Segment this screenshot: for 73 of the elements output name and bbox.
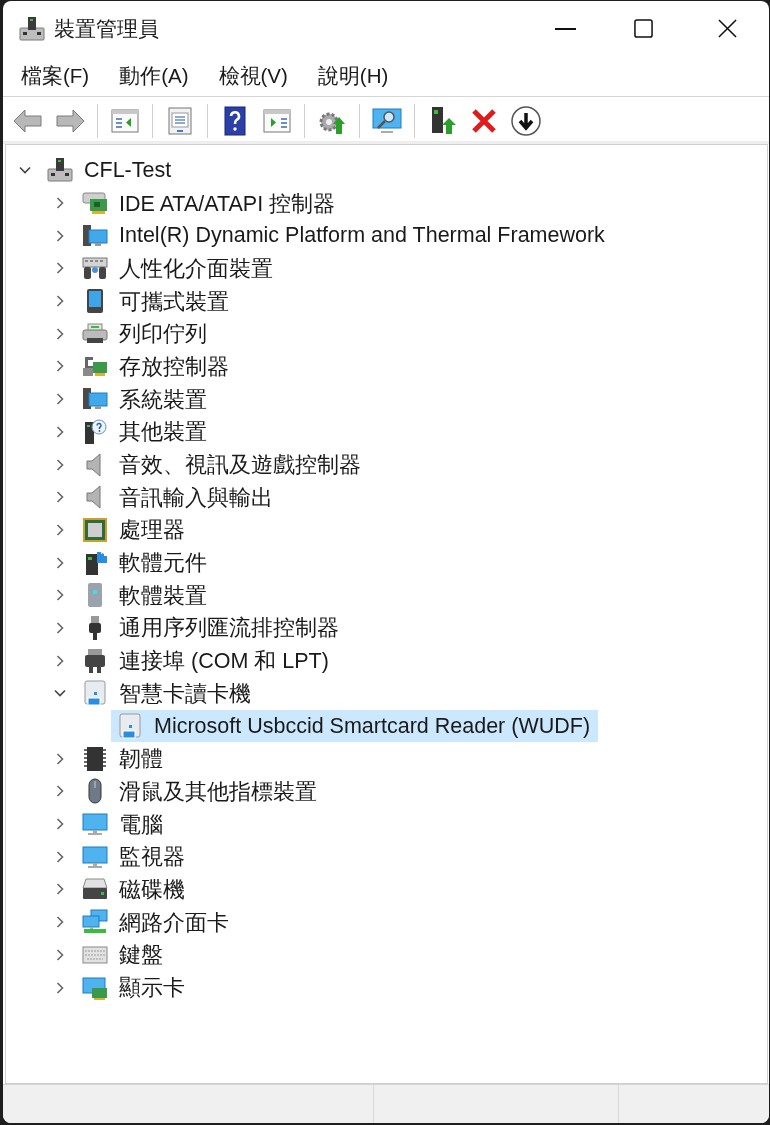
display-card-icon: [82, 974, 108, 1001]
keyboard-joystick-icon: [82, 255, 108, 282]
chevron-right-icon[interactable]: [54, 458, 66, 471]
tree-item[interactable]: 軟體裝置: [76, 578, 215, 612]
close-icon: [717, 19, 737, 38]
tree-item[interactable]: 通用序列匯流排控制器: [76, 611, 347, 645]
chevron-right-icon[interactable]: [54, 752, 66, 765]
question-tower-icon: [82, 418, 108, 445]
chevron-right-icon[interactable]: [54, 197, 66, 210]
menu-item[interactable]: 說明(H): [302, 56, 404, 96]
tree-item[interactable]: 顯示卡: [76, 971, 193, 1004]
chevron-right-icon[interactable]: [54, 295, 66, 308]
chevron-right-icon[interactable]: [54, 916, 66, 929]
chevron-right-icon[interactable]: [54, 556, 66, 569]
tree-item[interactable]: 韌體: [76, 742, 171, 776]
chevron-right-icon[interactable]: [54, 589, 66, 602]
tree-item[interactable]: 處理器: [76, 513, 193, 547]
network-monitors-icon: [82, 909, 108, 936]
chevron-right-icon[interactable]: [54, 327, 66, 340]
tree-item[interactable]: 列印佇列: [76, 317, 215, 351]
tree-item[interactable]: CFL-Test: [41, 154, 180, 187]
chevron-right-icon[interactable]: [54, 360, 66, 373]
tree-item[interactable]: 磁碟機: [76, 873, 193, 906]
monitor-tower-icon: [82, 222, 108, 249]
tree-item[interactable]: 音效、視訊及遊戲控制器: [76, 448, 369, 481]
tree-item[interactable]: 連接埠 (COM 和 LPT): [76, 644, 337, 677]
tree-item[interactable]: 人性化介面裝置: [76, 252, 281, 285]
chevron-right-icon[interactable]: [54, 785, 66, 798]
tree-item[interactable]: 網路介面卡: [76, 905, 237, 939]
chevron-right-icon[interactable]: [54, 621, 66, 634]
tree-item[interactable]: Microsoft Usbccid Smartcard Reader (WUDF): [111, 709, 599, 743]
card-reader-icon: [117, 713, 143, 740]
maximize-icon: [633, 19, 653, 38]
tree-item[interactable]: 系統裝置: [76, 382, 215, 416]
memory-chip-icon: [82, 745, 108, 772]
tree-item[interactable]: 鍵盤: [76, 938, 171, 972]
menu-item[interactable]: 動作(A): [104, 56, 204, 96]
tree-item[interactable]: IDE ATA/ATAPI 控制器: [76, 186, 344, 220]
computer-icon: [47, 157, 73, 184]
tree-item[interactable]: 電腦: [76, 807, 171, 841]
chevron-right-icon[interactable]: [54, 654, 66, 667]
chevron-right-icon[interactable]: [54, 229, 66, 242]
tree-item[interactable]: 監視器: [76, 840, 193, 874]
menu-item[interactable]: 檔案(F): [6, 56, 105, 96]
monitor-icon: [82, 811, 108, 838]
chevron-right-icon[interactable]: [54, 523, 66, 536]
menu-item[interactable]: 檢視(V): [203, 56, 303, 96]
tree-item[interactable]: 其他裝置: [76, 415, 215, 449]
computer-icon: [19, 15, 45, 42]
tree-item[interactable]: Intel(R) Dynamic Platform and Thermal Framework: [76, 219, 613, 253]
chevron-right-icon[interactable]: [54, 981, 66, 994]
tree-item[interactable]: 可攜式裝置: [76, 284, 237, 318]
down-arrow-circle-icon: [510, 104, 542, 137]
tree-item[interactable]: 智慧卡讀卡機: [76, 677, 259, 710]
processor-chip-icon: [82, 516, 108, 543]
tree-item[interactable]: 存放控制器: [76, 350, 237, 383]
tree-item[interactable]: 軟體元件: [76, 546, 215, 579]
chevron-right-icon[interactable]: [54, 425, 66, 438]
circuit-card-icon: [82, 190, 108, 217]
tree-item[interactable]: 音訊輸入與輸出: [76, 480, 281, 514]
chevron-right-icon[interactable]: [54, 491, 66, 504]
tree-item[interactable]: 滑鼠及其他指標裝置: [76, 775, 325, 808]
window-title: 裝置管理員: [54, 15, 159, 42]
port-connector-icon: [82, 647, 108, 674]
chevron-right-icon[interactable]: [54, 850, 66, 863]
chevron-right-icon[interactable]: [54, 883, 66, 896]
chevron-right-icon[interactable]: [54, 818, 66, 831]
chevron-right-icon[interactable]: [54, 393, 66, 406]
card-reader-icon: [82, 680, 108, 707]
monitor-icon: [82, 843, 108, 870]
chevron-right-icon[interactable]: [54, 948, 66, 961]
minimize-icon: [554, 27, 576, 30]
chevron-right-icon[interactable]: [54, 262, 66, 275]
